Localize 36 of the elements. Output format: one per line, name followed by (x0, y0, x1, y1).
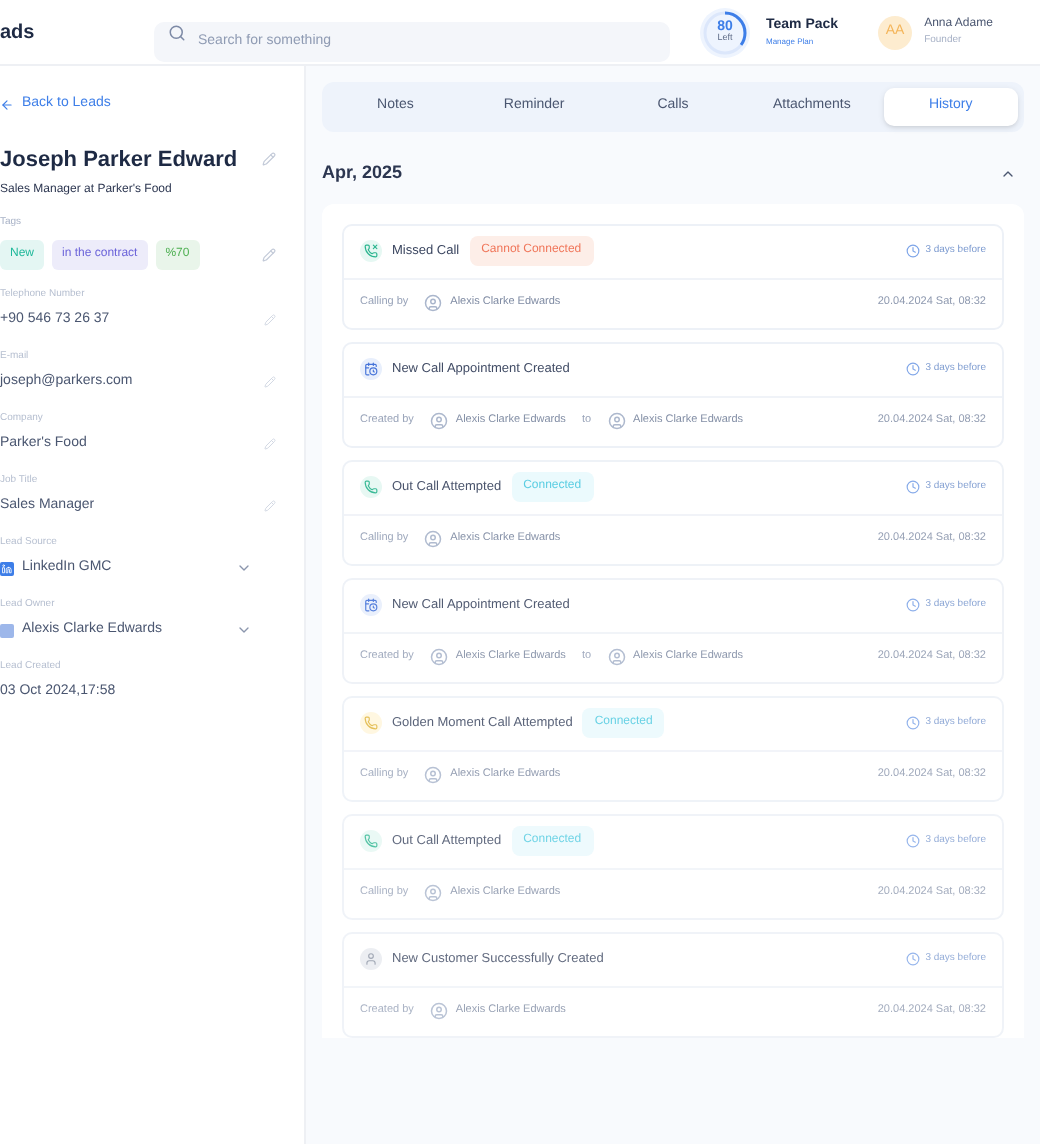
user-icon (429, 648, 448, 666)
missed-call-icon (360, 240, 382, 262)
clock-icon (905, 362, 920, 376)
edit-icon[interactable] (262, 247, 276, 261)
clock-icon (905, 244, 920, 258)
user-icon (424, 884, 443, 902)
edit-icon[interactable] (264, 376, 276, 389)
user-icon (360, 948, 382, 970)
avatar-icon (0, 623, 14, 638)
calendar-icon (360, 594, 382, 616)
page-title: ads (0, 19, 37, 47)
user-icon (424, 766, 443, 784)
clock-icon (905, 952, 920, 966)
user-icon (424, 294, 443, 312)
calendar-icon (360, 358, 382, 380)
plan-usage-ring (700, 7, 750, 57)
phone-icon (360, 830, 382, 852)
edit-icon[interactable] (264, 500, 276, 513)
edit-icon[interactable] (264, 314, 276, 327)
user-icon (607, 648, 626, 666)
user-icon (607, 412, 626, 430)
edit-icon[interactable] (264, 438, 276, 451)
user-icon (424, 530, 443, 548)
clock-icon (905, 598, 920, 612)
lead-name: Joseph Parker Edward (0, 145, 238, 175)
month-heading: Apr, 2025 (322, 160, 403, 186)
phone-icon (360, 476, 382, 498)
phone-icon (360, 712, 382, 734)
clock-icon (905, 716, 920, 730)
edit-icon[interactable] (262, 152, 276, 167)
user-icon (429, 412, 448, 430)
back-arrow-icon (0, 97, 14, 112)
clock-icon (905, 834, 920, 848)
clock-icon (905, 480, 920, 494)
user-icon (429, 1002, 448, 1020)
search-icon (168, 23, 186, 41)
